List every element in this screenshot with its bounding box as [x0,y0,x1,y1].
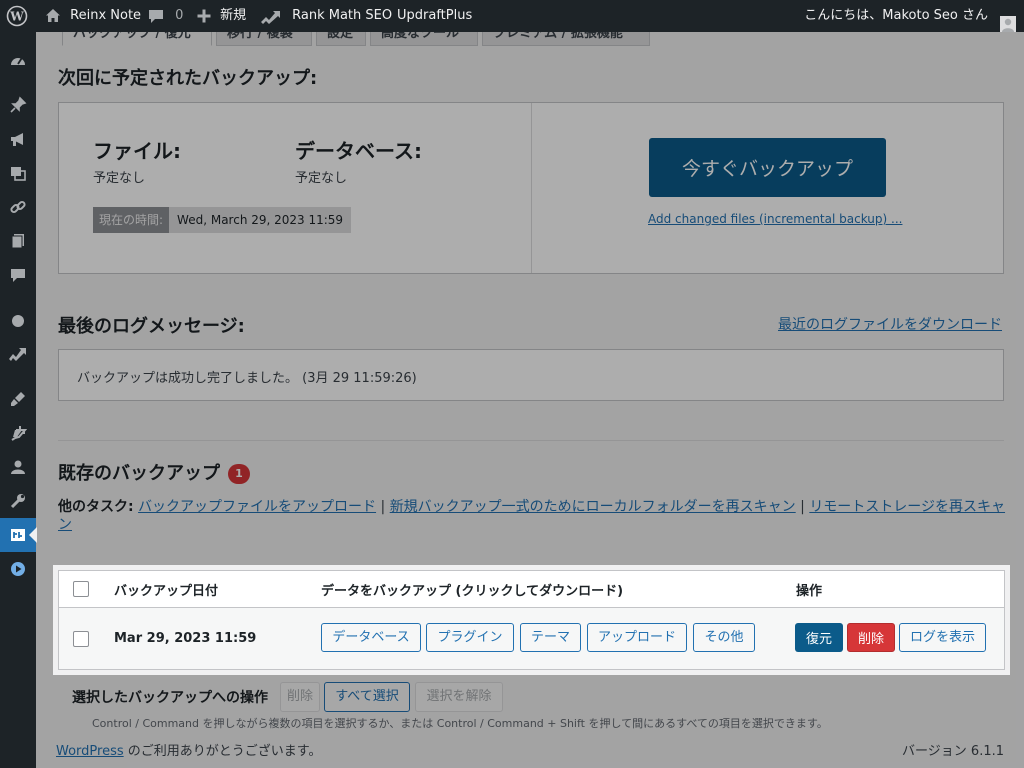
download-others-button[interactable]: その他 [693,623,755,652]
updraftplus-link[interactable]: UpdraftPlus [397,0,472,32]
comment-icon [147,8,165,23]
incremental-backup-link[interactable]: Add changed files (incremental backup) .… [648,212,902,226]
database-value: 予定なし [295,171,348,186]
backups-table: バックアップ日付 データをバックアップ (クリックしてダウンロード) 操作 Ma… [58,570,1005,670]
download-plugins-button[interactable]: プラグイン [426,623,514,652]
rescan-remote-link-wrap[interactable]: ン [58,516,72,534]
megaphone-icon[interactable] [0,122,36,156]
footer-thanks: WordPress のご利用ありがとうございます。 [56,740,321,759]
pages-icon[interactable] [0,224,36,258]
upload-backup-link[interactable]: バックアップファイルをアップロード [138,499,376,515]
files-value: 予定なし [93,171,146,186]
wordpress-link[interactable]: WordPress [56,744,124,759]
task-separator: | [380,499,386,515]
tab-advanced-tools[interactable]: 高度なツール [370,32,478,46]
avatar[interactable] [1000,8,1016,32]
settings-icon[interactable] [0,518,37,552]
last-log-box: バックアップは成功し完了しました。 (3月 29 11:59:26) [58,349,1004,401]
files-label: ファイル: [93,139,181,163]
select-all-checkbox[interactable] [73,581,89,597]
plus-icon [196,8,212,23]
current-time-value: Wed, March 29, 2023 11:59 [169,207,352,233]
bulk-hint: Control / Command を押しながら複数の項目を選択するか、または … [92,717,828,730]
comments-count: 0 [175,8,184,23]
tab-settings[interactable]: 設定 [316,32,366,46]
download-uploads-button[interactable]: アップロード [587,623,687,652]
link-icon[interactable] [0,190,36,224]
col-actions-header: 操作 [796,584,823,599]
database-label: データベース: [295,139,422,163]
updraftplus-label: UpdraftPlus [397,8,473,23]
svg-text:W: W [9,9,24,23]
current-time: 現在の時間: Wed, March 29, 2023 11:59 [93,207,352,233]
bulk-actions-label: 選択したバックアップへの操作 [72,690,268,706]
site-name-link[interactable]: Reinx Note [44,0,141,32]
next-scheduled-heading: 次回に予定されたバックアップ: [58,68,318,89]
new-label: 新規 [220,8,247,23]
delete-button[interactable]: 削除 [847,623,895,652]
other-tasks-label: 他のタスク: [58,499,134,515]
rank-math-link[interactable]: Rank Math SEO [260,0,392,32]
rank-math-label: Rank Math SEO [292,8,393,23]
tab-premium[interactable]: プレミアム / 拡張機能 [482,32,650,46]
rescan-local-link[interactable]: 新規バックアップ一式のためにローカルフォルダーを再スキャン [390,499,796,515]
last-log-heading: 最後のログメッセージ: [58,316,245,337]
tools-icon[interactable] [0,484,36,518]
admin-bar: W Reinx Note 0 新規 Rank Math SEO UpdraftP… [0,0,1024,32]
footer-thanks-text: のご利用ありがとうございます。 [123,744,322,759]
box-divider [531,103,532,273]
col-data-header: データをバックアップ (クリックしてダウンロード) [321,584,624,599]
bulk-delete-button[interactable]: 削除 [280,682,320,712]
rank-math-menu-icon[interactable] [0,336,36,370]
backup-date: Mar 29, 2023 11:59 [114,631,257,646]
plugins-icon[interactable] [0,416,36,450]
tab-backup-restore[interactable]: バックアップ / 復元 [62,32,212,46]
other-tasks: 他のタスク: バックアップファイルをアップロード | 新規バックアップ一式のため… [58,498,1005,516]
rescan-remote-link[interactable]: リモートストレージを再スキャ [809,499,1005,515]
users-icon[interactable] [0,450,36,484]
row-checkbox[interactable] [73,631,89,647]
download-database-button[interactable]: データベース [321,623,421,652]
select-all-button[interactable]: すべて選択 [324,682,410,712]
next-scheduled-box: ファイル: 予定なし データベース: 予定なし 現在の時間: Wed, Marc… [58,102,1004,274]
table-row[interactable]: Mar 29, 2023 11:59 データベース プラグイン テーマ アップロ… [59,608,1004,669]
circle-plugin-icon[interactable] [0,304,36,338]
tab-migrate[interactable]: 移行 / 複製 [216,32,312,46]
comments-link[interactable]: 0 [147,0,183,32]
wordpress-logo-icon[interactable]: W [6,0,28,32]
greeting: こんにちは、Makoto Seo さん [804,8,988,23]
site-name: Reinx Note [70,8,142,23]
footer-version: バージョン 6.1.1 [902,744,1004,759]
download-log-link[interactable]: 最近のログファイルをダウンロード [778,314,1002,334]
view-log-button[interactable]: ログを表示 [899,623,986,652]
backup-now-button[interactable]: 今すぐバックアップ [649,138,886,197]
rank-math-icon [260,8,282,24]
media-icon[interactable] [0,156,36,190]
deselect-button[interactable]: 選択を解除 [415,682,503,712]
backups-table-highlight: バックアップ日付 データをバックアップ (クリックしてダウンロード) 操作 Ma… [53,565,1010,675]
comments-icon[interactable] [0,258,36,292]
last-log-message: バックアップは成功し完了しました。 (3月 29 11:59:26) [77,371,417,386]
appearance-icon[interactable] [0,382,36,416]
existing-backups-heading: 既存のバックアップ 1 [58,459,250,485]
backup-count-badge: 1 [228,464,250,484]
download-themes-button[interactable]: テーマ [520,623,581,652]
my-account-link[interactable]: こんにちは、Makoto Seo さん [804,0,988,32]
restore-button[interactable]: 復元 [795,623,843,652]
main-content: バックアップ / 復元 移行 / 複製 設定 高度なツール プレミアム / 拡張… [36,32,1024,768]
new-content-link[interactable]: 新規 [196,0,246,32]
play-circle-icon[interactable] [0,552,36,586]
posts-pin-icon[interactable] [0,88,36,122]
table-header: バックアップ日付 データをバックアップ (クリックしてダウンロード) 操作 [59,571,1004,608]
col-date-header: バックアップ日付 [114,584,219,599]
admin-sidebar [0,32,37,768]
current-time-label: 現在の時間: [93,207,170,233]
dashboard-icon[interactable] [0,44,36,78]
home-icon [44,8,62,23]
section-divider [58,440,1004,441]
task-separator: | [800,499,805,515]
existing-backups-title: 既存のバックアップ [58,463,220,484]
